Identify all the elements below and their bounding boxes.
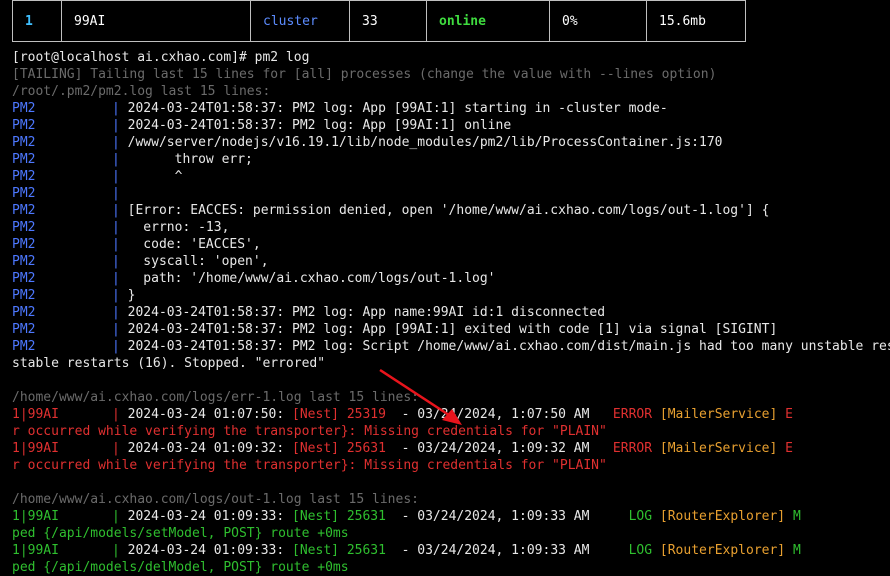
terminal-window[interactable]: 1 99AI cluster 33 online 0% 15.6mb [root… xyxy=(0,0,890,576)
arrow-shaft xyxy=(379,368,453,419)
annotation-arrow xyxy=(379,368,462,425)
